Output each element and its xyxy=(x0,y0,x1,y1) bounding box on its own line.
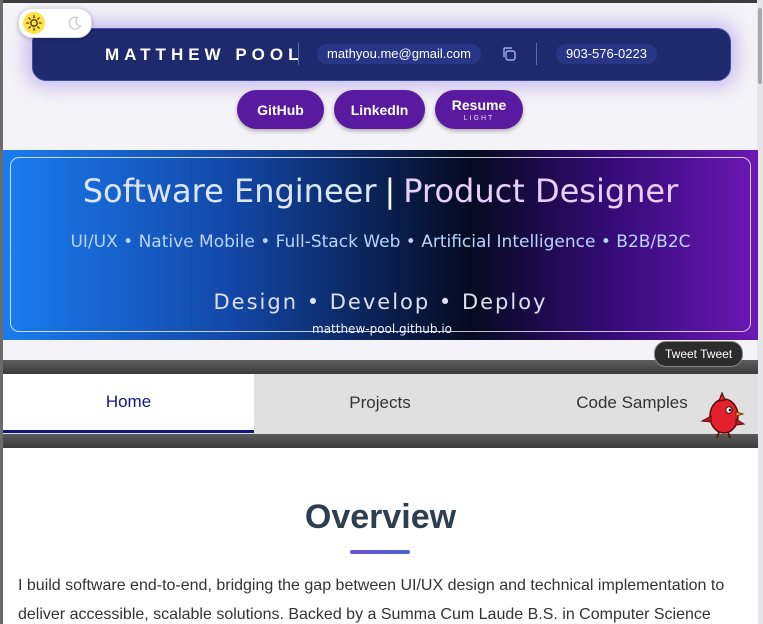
tweet-tooltip: Tweet Tweet xyxy=(654,341,744,367)
resume-button[interactable]: Resume LIGHT xyxy=(435,90,523,129)
divider xyxy=(298,43,299,65)
sun-icon[interactable] xyxy=(23,12,45,34)
window-top-edge xyxy=(0,0,763,3)
heading-underline xyxy=(350,550,410,554)
phone-chip[interactable]: 903-576-0223 xyxy=(556,44,657,64)
github-button[interactable]: GitHub xyxy=(237,90,324,129)
github-label: GitHub xyxy=(257,101,304,118)
contact-header: MATTHEW POOL mathyou.me@gmail.com 903-57… xyxy=(32,28,731,81)
section-heading: Overview xyxy=(304,498,457,536)
title-divider: | xyxy=(384,172,396,210)
title-role-engineer: Software Engineer xyxy=(82,172,377,210)
linkedin-button[interactable]: LinkedIn xyxy=(334,90,425,129)
theme-toggle[interactable] xyxy=(18,8,92,38)
title-role-designer: Product Designer xyxy=(403,172,679,210)
moon-icon[interactable] xyxy=(67,15,83,31)
banner-tagline: Design • Develop • Deploy xyxy=(213,290,548,314)
overview-paragraph: I build software end-to-end, bridging th… xyxy=(18,577,725,623)
site-name: MATTHEW POOL xyxy=(105,45,304,64)
resume-sublabel: LIGHT xyxy=(463,115,495,122)
tab-home[interactable]: Home xyxy=(3,374,254,433)
main-content: Overview I build software end-to-end, br… xyxy=(3,448,758,624)
tab-bar-shadow xyxy=(3,360,758,374)
bird-icon[interactable] xyxy=(698,388,748,440)
tab-bar: Home Projects Code Samples xyxy=(3,374,758,434)
page: MATTHEW POOL mathyou.me@gmail.com 903-57… xyxy=(0,0,763,624)
divider xyxy=(536,43,537,65)
tab-bar-shadow xyxy=(3,434,758,448)
banner-skills: UI/UX • Native Mobile • Full-Stack Web •… xyxy=(70,232,691,252)
banner-title: Software Engineer | Product Designer xyxy=(3,172,758,210)
banner-url: matthew-pool.github.io xyxy=(312,322,453,336)
hero-banner: Software Engineer | Product Designer UI/UX… xyxy=(3,150,758,340)
resume-label: Resume xyxy=(451,97,507,113)
tab-projects[interactable]: Projects xyxy=(254,374,506,432)
copy-icon[interactable] xyxy=(501,46,517,62)
email-chip[interactable]: mathyou.me@gmail.com xyxy=(317,44,481,64)
scrollbar-thumb[interactable] xyxy=(758,8,762,84)
linkedin-label: LinkedIn xyxy=(350,101,409,118)
